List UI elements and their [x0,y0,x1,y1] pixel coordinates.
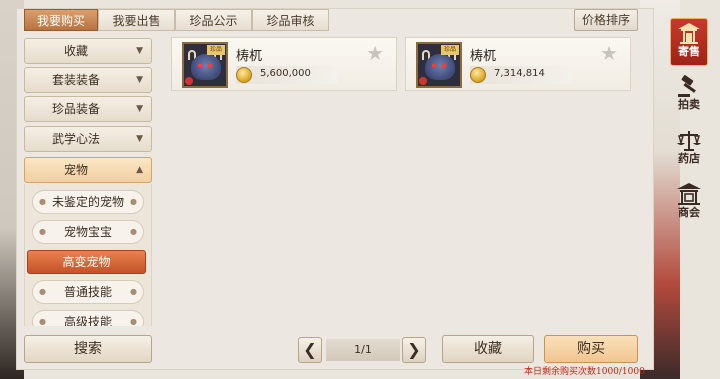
category-label: 珍品装备 [51,102,100,116]
scale-icon [677,131,701,151]
subcategory-label: 普通技能 [63,285,112,299]
rarity-gem-icon [185,77,193,85]
subcategory-normal-skills[interactable]: ● 普通技能 ● [32,280,144,304]
nav-label: 拍卖 [678,98,700,111]
subcategory-pet-babies[interactable]: ● 宠物宝宝 ● [32,220,144,244]
category-label: 武学心法 [51,132,100,146]
dot-icon: ● [130,317,137,326]
dot-icon: ● [39,287,46,296]
eye-shape [198,64,202,67]
chevron-right-icon[interactable]: ❯ [402,337,426,363]
dot-icon: ● [39,227,46,236]
beast-head-shape [425,54,455,80]
item-card[interactable]: 珍品 梼杌 ★ 5,600,000 [171,37,397,91]
dot-icon: ● [130,197,137,206]
nav-label: 寄售 [678,45,700,58]
price-bar: 7,314,814 [470,66,572,84]
dot-icon: ● [39,317,46,326]
eye-shape [442,64,446,67]
dot-icon: ● [130,287,137,296]
favorite-button[interactable]: 收藏 [442,335,534,363]
chevron-up-icon: ▲ [136,165,143,175]
subcategory-unidentified-pets[interactable]: ● 未鉴定的宠物 ● [32,190,144,214]
guild-hall-icon [677,183,701,205]
rarity-gem-icon [419,77,427,85]
subcategory-label: 高变宠物 [62,255,111,269]
rare-tag: 珍品 [441,45,459,55]
item-name: 梼杌 [470,49,497,64]
category-set-equipment[interactable]: 套装装备 ▼ [24,67,152,93]
nav-label: 药店 [678,152,700,165]
subcategory-mutated-pets[interactable]: 高变宠物 [27,250,146,274]
category-label: 宠物 [63,163,88,177]
star-icon[interactable]: ★ [600,41,618,65]
coin-icon [470,67,486,83]
chevron-down-icon: ▼ [136,104,143,114]
price-bar: 5,600,000 [236,66,338,84]
beast-head-shape [191,54,221,80]
chevron-down-icon: ▼ [136,134,143,144]
eye-shape [208,64,212,67]
eye-shape [432,64,436,67]
search-button[interactable]: 搜索 [24,335,152,363]
item-card[interactable]: 珍品 梼杌 ★ 7,314,814 [405,37,631,91]
subcategory-label: 未鉴定的宠物 [51,195,124,209]
chevron-down-icon: ▼ [136,46,143,56]
star-icon[interactable]: ★ [366,41,384,65]
chevron-down-icon: ▼ [136,75,143,85]
dot-icon: ● [130,227,137,236]
rare-tag: 珍品 [207,45,225,55]
gavel-icon [678,75,696,97]
nav-guild[interactable]: 商会 [670,180,708,230]
subcategory-label: 高级技能 [63,315,112,326]
dot-icon: ● [39,197,46,206]
category-pets[interactable]: 宠物 ▲ [24,157,152,183]
remaining-purchases-text: 本日剩余购买次数1000/1000 [524,367,645,377]
category-rare-equipment[interactable]: 珍品装备 ▼ [24,96,152,122]
category-martial-arts[interactable]: 武学心法 ▼ [24,126,152,152]
item-price: 7,314,814 [494,68,545,79]
item-name: 梼杌 [236,49,263,64]
nav-auction[interactable]: 拍卖 [670,72,708,122]
tab-sell[interactable]: 我要出售 [98,9,175,31]
bull-beast-icon: 珍品 [182,42,228,88]
category-favorites[interactable]: 收藏 ▼ [24,38,152,64]
item-price: 5,600,000 [260,68,311,79]
bull-beast-icon: 珍品 [416,42,462,88]
chevron-left-icon[interactable]: ❮ [298,337,322,363]
nav-pharmacy[interactable]: 药店 [670,126,708,176]
nav-label: 商会 [678,206,700,219]
nav-consignment[interactable]: 寄售 [670,18,708,66]
buy-button[interactable]: 购买 [544,335,638,363]
category-label: 收藏 [63,44,88,58]
tab-buy[interactable]: 我要购买 [24,9,98,31]
coin-icon [236,67,252,83]
tab-treasure-showcase[interactable]: 珍品公示 [175,9,252,31]
page-indicator: 1/1 [326,339,400,361]
subcategory-advanced-skills[interactable]: ● 高级技能 ● [32,310,144,326]
category-label: 套装装备 [51,73,100,87]
pavilion-icon [678,23,700,44]
price-sort-button[interactable]: 价格排序 [574,9,638,31]
tab-treasure-review[interactable]: 珍品审核 [252,9,329,31]
subcategory-label: 宠物宝宝 [63,225,112,239]
